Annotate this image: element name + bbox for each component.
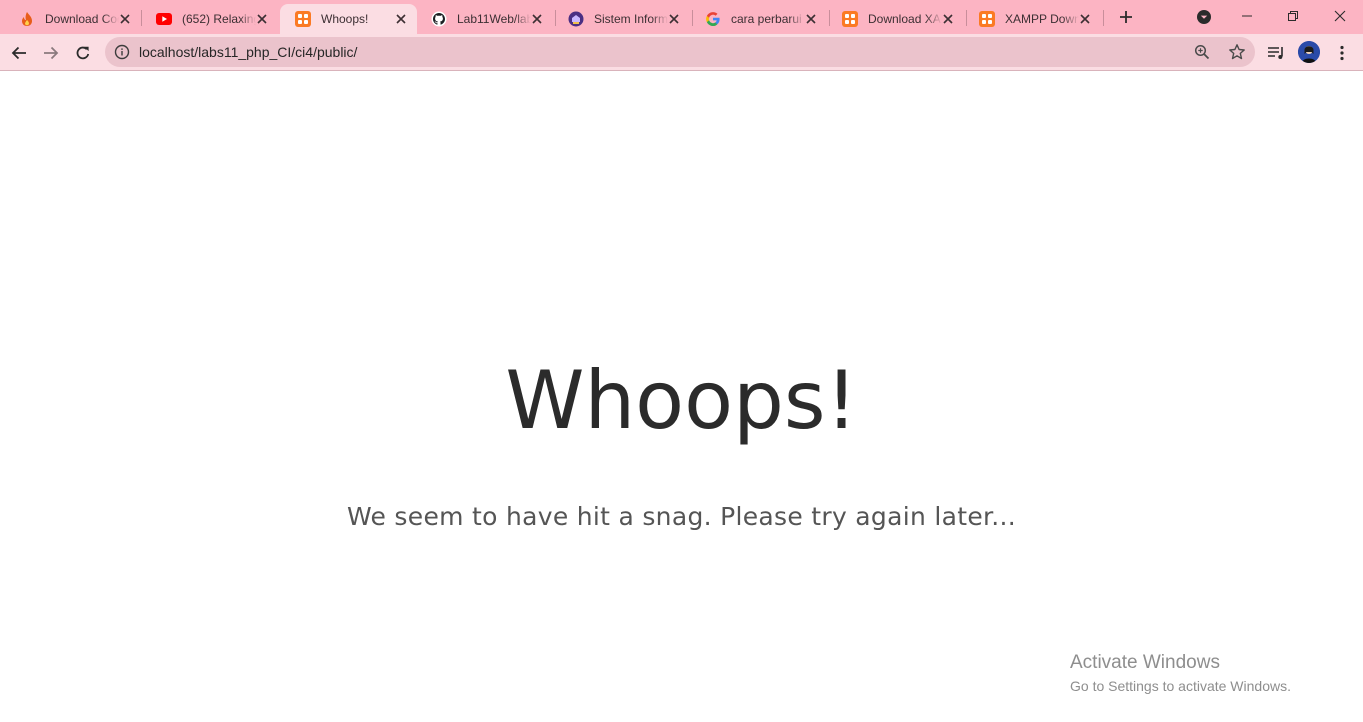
close-icon[interactable] bbox=[393, 11, 409, 27]
restore-window-icon[interactable] bbox=[1270, 0, 1316, 32]
tab-separator bbox=[829, 10, 830, 26]
tab-separator bbox=[141, 10, 142, 26]
close-icon[interactable] bbox=[254, 11, 270, 27]
tab-title: Whoops! bbox=[321, 12, 369, 26]
close-icon[interactable] bbox=[529, 11, 545, 27]
university-favicon-icon bbox=[568, 11, 584, 27]
tab-google-search[interactable]: cara perbarui bbox=[690, 4, 827, 34]
tab-separator bbox=[966, 10, 967, 26]
tab-title: Sistem Inform bbox=[594, 12, 668, 26]
tab-search-dropdown-icon[interactable] bbox=[1194, 7, 1214, 27]
tab-separator bbox=[555, 10, 556, 26]
forward-arrow-icon[interactable] bbox=[38, 40, 64, 66]
tab-title: Download Code bbox=[45, 12, 119, 26]
watermark-title: Activate Windows bbox=[1070, 652, 1220, 673]
activate-windows-watermark: Activate Windows Go to Settings to activ… bbox=[1070, 651, 1291, 697]
tab-separator bbox=[692, 10, 693, 26]
tab-whoops-active[interactable]: Whoops! bbox=[280, 4, 417, 34]
flame-favicon-icon bbox=[19, 11, 35, 27]
tab-download-code[interactable]: Download Code bbox=[4, 4, 141, 34]
reload-icon[interactable] bbox=[70, 40, 96, 66]
watermark-subtitle: Go to Settings to activate Windows. bbox=[1070, 678, 1291, 694]
xampp-favicon-icon bbox=[295, 11, 311, 27]
tab-download-xampp[interactable]: Download XA bbox=[827, 4, 964, 34]
tab-github[interactable]: Lab11Web/lab bbox=[416, 4, 553, 34]
error-headline: Whoops! bbox=[505, 354, 858, 447]
xampp-favicon-icon bbox=[842, 11, 858, 27]
tab-title: (652) Relaxing bbox=[182, 12, 256, 26]
close-icon[interactable] bbox=[940, 11, 956, 27]
minimize-icon[interactable] bbox=[1224, 0, 1270, 32]
profile-avatar[interactable] bbox=[1298, 41, 1320, 63]
site-info-icon[interactable] bbox=[114, 44, 130, 60]
github-favicon-icon bbox=[431, 11, 447, 27]
tab-separator bbox=[1103, 10, 1104, 26]
close-icon[interactable] bbox=[666, 11, 682, 27]
zoom-magnifier-icon[interactable] bbox=[1194, 44, 1210, 60]
bookmark-star-icon[interactable] bbox=[1228, 43, 1246, 61]
google-favicon-icon bbox=[705, 11, 721, 27]
tab-strip: Download Code (652) Relaxing Whoops! Lab… bbox=[0, 0, 1363, 34]
tab-title: Download XA bbox=[868, 12, 941, 26]
tab-sistem-informasi[interactable]: Sistem Inform bbox=[553, 4, 690, 34]
error-message: We seem to have hit a snag. Please try a… bbox=[346, 502, 1017, 531]
close-icon[interactable] bbox=[803, 11, 819, 27]
youtube-favicon-icon bbox=[156, 11, 172, 27]
page-content: Whoops! We seem to have hit a snag. Plea… bbox=[0, 71, 1363, 722]
new-tab-plus-icon[interactable] bbox=[1115, 6, 1137, 28]
address-url-text[interactable]: localhost/labs11_php_CI/ci4/public/ bbox=[139, 44, 357, 60]
tab-title: Lab11Web/lab bbox=[457, 12, 531, 26]
reading-list-icon[interactable] bbox=[1263, 40, 1289, 66]
tab-xampp-download[interactable]: XAMPP Down bbox=[964, 4, 1101, 34]
tab-title: cara perbarui bbox=[731, 12, 802, 26]
close-icon[interactable] bbox=[1077, 11, 1093, 27]
back-arrow-icon[interactable] bbox=[6, 40, 32, 66]
tab-youtube[interactable]: (652) Relaxing bbox=[141, 4, 278, 34]
xampp-favicon-icon bbox=[979, 11, 995, 27]
browser-toolbar: localhost/labs11_php_CI/ci4/public/ bbox=[0, 34, 1363, 71]
close-window-icon[interactable] bbox=[1317, 0, 1363, 32]
more-menu-icon[interactable] bbox=[1329, 40, 1355, 66]
address-bar[interactable]: localhost/labs11_php_CI/ci4/public/ bbox=[105, 37, 1255, 67]
close-icon[interactable] bbox=[117, 11, 133, 27]
tab-title: XAMPP Down bbox=[1005, 12, 1079, 26]
